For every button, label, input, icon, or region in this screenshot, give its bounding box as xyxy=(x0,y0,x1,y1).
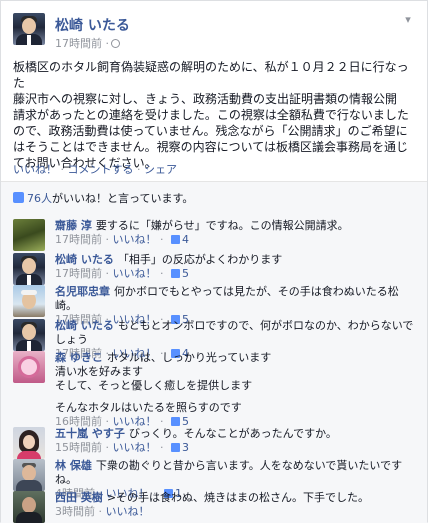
likes-summary: 76人がいいね！と言っています。 xyxy=(13,190,193,206)
comment-like-count[interactable]: 4 xyxy=(182,233,189,246)
comment-line-break xyxy=(55,393,415,401)
comment-like-count[interactable]: 5 xyxy=(182,267,189,280)
post-author-name[interactable]: 松崎 いたる xyxy=(55,15,130,35)
thumbs-up-icon xyxy=(171,269,180,278)
comment-time[interactable]: 15時間前 xyxy=(55,441,102,454)
post-body-line: 請求があったとの連絡を受けました。この視察は全額私費で行ないました xyxy=(13,108,409,122)
commenter-avatar[interactable] xyxy=(13,351,45,383)
likes-count[interactable]: 76人 xyxy=(27,192,52,205)
post-actions: いいね！ · コメントする · シェア xyxy=(13,161,177,177)
comment-meta: 17時間前 · いいね！ · 4 xyxy=(55,233,189,246)
thumbs-up-icon xyxy=(13,192,24,203)
likes-suffix: がいいね！と言っています。 xyxy=(52,192,194,205)
comment-text: 松崎 いたる 「相手」の反応がよくわかります 17時間前 · いいね！ · 5 xyxy=(55,253,415,281)
action-separator: · xyxy=(133,163,144,176)
commenter-avatar[interactable] xyxy=(13,253,45,285)
commenter-name[interactable]: 森 ゆきこ xyxy=(55,351,103,364)
comment-meta: 15時間前 · いいね！ · 3 xyxy=(55,441,189,454)
likes-bar: 76人がいいね！と言っています。 xyxy=(1,181,427,214)
commenter-name[interactable]: 名児耶忠章 xyxy=(55,285,110,298)
commenter-avatar[interactable] xyxy=(13,459,45,491)
globe-icon xyxy=(111,39,120,48)
comment-line: そんなホタルはいたるを照らすのです xyxy=(55,401,242,414)
comment-line: ホタルは、しっかり光っています xyxy=(106,351,272,364)
commenter-name[interactable]: 林 保雄 xyxy=(55,459,92,472)
comment-text: 西田 英樹 >その手は食わぬ、焼きはまの松さん。下手でした。 3時間前 · いいね… xyxy=(55,491,415,519)
post-body-line: 藤沢市への視察に対し、きょう、政務活動費の支出証明書類の情報公開 xyxy=(13,92,398,106)
author-avatar[interactable] xyxy=(13,13,45,45)
post-time-text[interactable]: 17時間前 · xyxy=(55,37,109,50)
comment-text: 齋藤 淳要するに「嫌がらせ」ですね。この情報公開請求。 17時間前 · いいね！… xyxy=(55,219,415,247)
comment-line: 要するに「嫌がらせ」ですね。この情報公開請求。 xyxy=(95,219,349,232)
facebook-post-card: 松崎 いたる 17時間前 · ▾ 板橋区のホタル飼育偽装疑惑の解明のために、私が… xyxy=(0,0,428,523)
commenter-avatar[interactable] xyxy=(13,219,45,251)
thumbs-up-icon xyxy=(171,417,180,426)
comment-like-count[interactable]: 3 xyxy=(182,441,189,454)
comment-line: >その手は食わぬ、焼きはまの松さん。下手でした。 xyxy=(106,491,370,504)
comment-meta: 3時間前 · いいね！ xyxy=(55,505,150,518)
commenter-name[interactable]: 松崎 いたる xyxy=(55,319,114,332)
comment-line: そして、そっと優しく癒しを提供します xyxy=(55,379,253,392)
commenter-name[interactable]: 齋藤 淳 xyxy=(55,219,92,232)
post-body-line: ので、政務活動費は使っていません。残念ながら「公開請求」のご希望に xyxy=(13,124,408,138)
comment-time[interactable]: 17時間前 xyxy=(55,233,102,246)
comment-line: 下衆の勘ぐりと昔から言います。人をなめないで貰いたいですね。 xyxy=(55,459,403,486)
commenter-avatar[interactable] xyxy=(13,491,45,523)
comment-time[interactable]: 3時間前 xyxy=(55,505,95,518)
comments-section: 齋藤 淳要するに「嫌がらせ」ですね。この情報公開請求。 17時間前 · いいね！… xyxy=(1,213,427,523)
like-link[interactable]: いいね！ xyxy=(13,163,57,176)
comment-like-link[interactable]: いいね！ xyxy=(113,233,157,246)
thumbs-up-icon xyxy=(171,443,180,452)
commenter-name[interactable]: 松崎 いたる xyxy=(55,253,114,266)
comment-line: 「相手」の反応がよくわかります xyxy=(117,253,283,266)
post-body: 板橋区のホタル飼育偽装疑惑の解明のために、私が１０月２２日に行なった 藤沢市への… xyxy=(13,59,417,171)
commenter-avatar[interactable] xyxy=(13,319,45,351)
commenter-name[interactable]: 西田 英樹 xyxy=(55,491,103,504)
commenter-name[interactable]: 五十嵐 やす子 xyxy=(55,427,125,440)
comment-link[interactable]: コメントする xyxy=(68,163,134,176)
post-body-line: 板橋区のホタル飼育偽装疑惑の解明のために、私が１０月２２日に行なった xyxy=(13,60,409,90)
comment-line: 清い水を好みます xyxy=(55,365,143,378)
comment-like-link[interactable]: いいね！ xyxy=(113,267,157,280)
commenter-avatar[interactable] xyxy=(13,427,45,459)
thumbs-up-icon xyxy=(171,235,180,244)
post-header: 松崎 いたる 17時間前 · ▾ xyxy=(13,13,417,51)
comment-like-link[interactable]: いいね！ xyxy=(113,441,157,454)
comment-text: 五十嵐 やす子 びっくり。そんなことがあったんですか。 15時間前 · いいね！ … xyxy=(55,427,415,455)
post-body-line: はそうことはできません。視察の内容については板橋区議会事務局を通じ xyxy=(13,140,409,154)
post-timestamp[interactable]: 17時間前 · xyxy=(55,35,120,51)
commenter-avatar[interactable] xyxy=(13,285,45,317)
share-link[interactable]: シェア xyxy=(144,163,177,176)
comment-like-link[interactable]: いいね！ xyxy=(106,505,150,518)
action-separator: · xyxy=(57,163,68,176)
comment-line: びっくり。そんなことがあったんですか。 xyxy=(128,427,337,440)
comment-text: 森 ゆきこ ホタルは、しっかり光っています 清い水を好みます そして、そっと優しく… xyxy=(55,351,415,429)
comment-time[interactable]: 17時間前 xyxy=(55,267,102,280)
chevron-down-icon[interactable]: ▾ xyxy=(401,13,415,27)
comment-meta: 17時間前 · いいね！ · 5 xyxy=(55,267,189,280)
